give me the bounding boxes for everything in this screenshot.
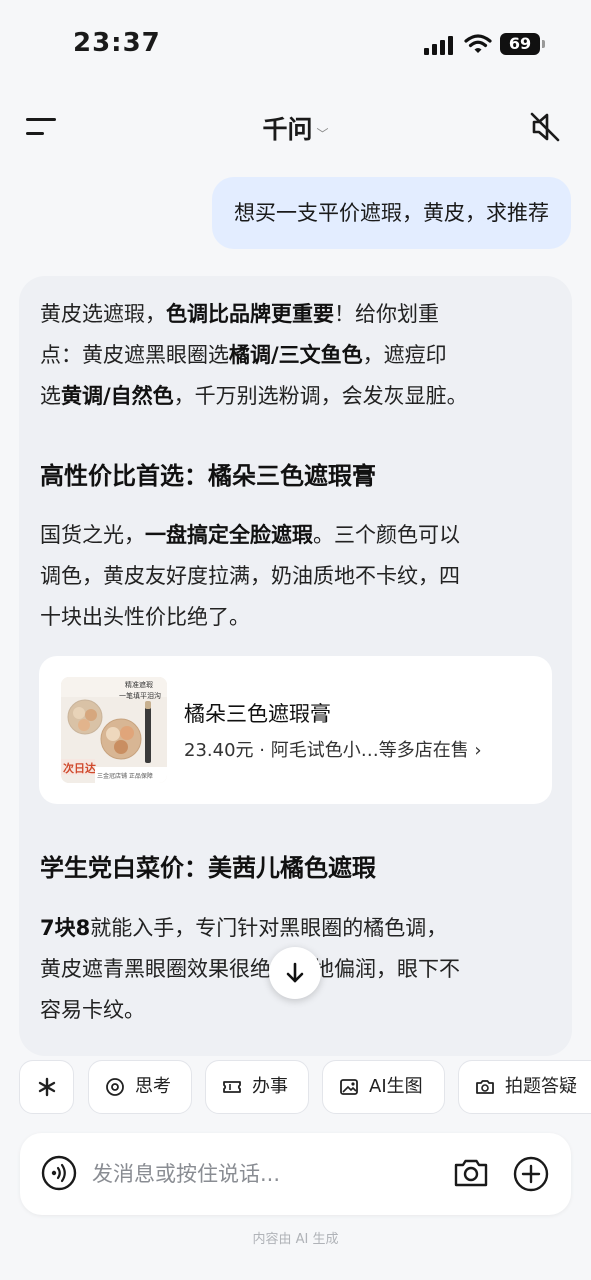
body-line: 7块8就能入手，专门针对黑眼圈的橘色调， bbox=[40, 916, 448, 940]
plus-circle-icon[interactable] bbox=[512, 1155, 550, 1193]
arrow-down-icon bbox=[286, 962, 304, 983]
camera-question-icon bbox=[476, 1080, 494, 1094]
message-input-bar bbox=[20, 1133, 571, 1215]
chip-think[interactable]: 思考 bbox=[88, 1060, 192, 1114]
camera-icon[interactable] bbox=[453, 1155, 489, 1191]
body-line: 调色，黄皮友好度拉满，奶油质地不卡纹，四 bbox=[40, 564, 460, 588]
user-message-bubble: 想买一支平价遮瑕，黄皮，求推荐 bbox=[212, 177, 571, 249]
ticket-icon bbox=[223, 1081, 241, 1093]
sparkle-icon bbox=[38, 1077, 56, 1097]
battery-indicator: 69 bbox=[500, 33, 545, 55]
svg-text:精准遮瑕: 精准遮瑕 bbox=[125, 680, 153, 689]
product-name: 橘朵三色遮瑕膏 bbox=[184, 702, 331, 726]
product-thumbnail: 精准遮瑕 一笔填平泪沟 次日达 三金冠店铺 正品保障 bbox=[61, 677, 167, 783]
product-price-link[interactable]: 23.40元 · 阿毛试色小…等多店在售 › bbox=[184, 736, 482, 762]
product-card[interactable]: 精准遮瑕 一笔填平泪沟 次日达 三金冠店铺 正品保障 橘朵三色遮瑕膏 23.40… bbox=[39, 656, 552, 804]
quick-action-chips: 思考 办事 AI生图 拍题答疑 bbox=[0, 1060, 591, 1116]
body-line: 十块出头性价比绝了。 bbox=[40, 605, 250, 629]
think-icon bbox=[106, 1078, 124, 1096]
answer-intro: 黄皮选遮瑕，色调比品牌更重要！给你划重 点：黄皮遮黑眼圈选橘调/三文鱼色，遮痘印… bbox=[40, 294, 555, 417]
svg-text:三金冠店铺 正品保障: 三金冠店铺 正品保障 bbox=[97, 772, 153, 780]
status-bar: 23:37 69 bbox=[0, 0, 591, 88]
intro-line: 点：黄皮遮黑眼圈选橘调/三文鱼色，遮痘印 bbox=[40, 343, 447, 367]
section1-body: 国货之光，一盘搞定全脸遮瑕。三个颜色可以 调色，黄皮友好度拉满，奶油质地不卡纹，… bbox=[40, 515, 555, 638]
assistant-answer: 黄皮选遮瑕，色调比品牌更重要！给你划重 点：黄皮遮黑眼圈选橘调/三文鱼色，遮痘印… bbox=[19, 276, 572, 1056]
section-heading: 高性价比首选：橘朵三色遮瑕膏 bbox=[40, 462, 376, 490]
ai-disclaimer: 内容由 AI 生成 bbox=[252, 1232, 339, 1247]
title-switcher[interactable]: 千问 ﹀ bbox=[0, 110, 591, 146]
signal-icon bbox=[424, 35, 454, 55]
chip-tasks[interactable]: 办事 bbox=[205, 1060, 309, 1114]
app-header: 千问 ﹀ bbox=[0, 88, 591, 168]
chip-photo-question[interactable]: 拍题答疑 bbox=[458, 1060, 591, 1114]
concealer-palette-image: 精准遮瑕 一笔填平泪沟 次日达 三金冠店铺 正品保障 bbox=[61, 677, 167, 783]
chip-sparkle[interactable] bbox=[19, 1060, 74, 1114]
status-time: 23:37 bbox=[73, 28, 161, 58]
intro-line: 选黄调/自然色，千万别选粉调，会发灰显脏。 bbox=[40, 384, 468, 408]
section-heading: 学生党白菜价：美茜儿橘色遮瑕 bbox=[40, 854, 376, 882]
message-input[interactable] bbox=[92, 1155, 442, 1193]
scroll-to-bottom-button[interactable] bbox=[269, 947, 321, 999]
chevron-down-icon: ﹀ bbox=[316, 127, 329, 141]
body-line: 国货之光，一盘搞定全脸遮瑕。三个颜色可以 bbox=[40, 523, 460, 547]
svg-text:一笔填平泪沟: 一笔填平泪沟 bbox=[119, 691, 161, 700]
chip-ai-image[interactable]: AI生图 bbox=[322, 1060, 445, 1114]
voice-icon[interactable] bbox=[41, 1155, 77, 1191]
svg-text:次日达: 次日达 bbox=[63, 761, 96, 775]
app-title: 千问 bbox=[262, 115, 313, 144]
speaker-mute-icon[interactable] bbox=[528, 110, 562, 144]
image-icon bbox=[340, 1079, 358, 1095]
wifi-icon bbox=[464, 34, 492, 53]
intro-line: 黄皮选遮瑕，色调比品牌更重要！给你划重 bbox=[40, 302, 439, 326]
